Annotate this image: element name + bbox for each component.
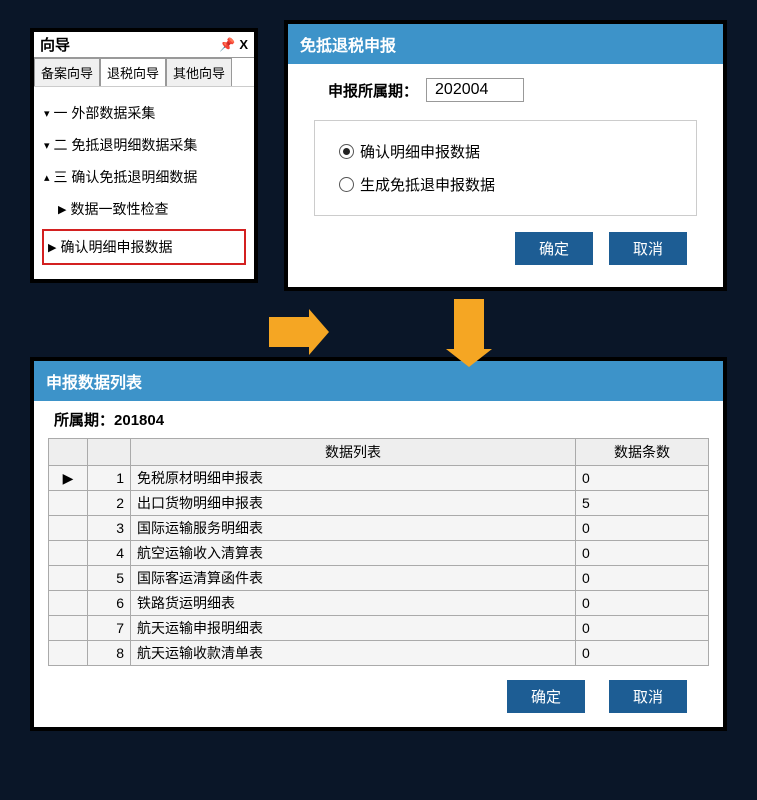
arrow-down-icon [30,299,727,349]
tab-backup[interactable]: 备案向导 [34,58,100,86]
table-row[interactable]: 4航空运输收入清算表0 [49,541,709,566]
table-period-value: 201804 [114,412,164,429]
cancel-button[interactable]: 取消 [609,232,687,265]
ok-button[interactable]: 确定 [507,680,585,713]
wizard-tree: ▾ 一 外部数据采集 ▾ 二 免抵退明细数据采集 ▴ 三 确认免抵退明细数据 ▶… [34,87,254,279]
chevron-down-icon: ▾ [44,107,50,120]
pin-icon[interactable]: 📌 [219,37,235,53]
chevron-down-icon: ▾ [44,139,50,152]
tree-section-3[interactable]: ▴ 三 确认免抵退明细数据 [40,161,248,193]
period-label: 申报所属期： [328,80,418,101]
radio-confirm-data[interactable]: 确认明细申报数据 [339,135,672,168]
caret-right-icon: ▶ [58,203,66,216]
tab-other[interactable]: 其他向导 [166,58,232,86]
period-input[interactable]: 202004 [426,78,524,102]
col-count: 数据条数 [576,439,709,466]
dialog-title: 免抵退税申报 [288,24,723,64]
tree-item-check[interactable]: ▶ 数据一致性检查 [40,193,248,225]
wizard-panel: 向导 📌 X 备案向导 退税向导 其他向导 ▾ 一 外部数据采集 ▾ 二 免抵退… [30,28,258,283]
table-row[interactable]: ▶1免税原材明细申报表0 [49,466,709,491]
chevron-up-icon: ▴ [44,171,50,184]
tree-section-1[interactable]: ▾ 一 外部数据采集 [40,97,248,129]
table-row[interactable]: 6铁路货运明细表0 [49,591,709,616]
table-row[interactable]: 2出口货物明细申报表5 [49,491,709,516]
panel-title: 申报数据列表 [34,361,723,401]
radio-generate-data[interactable]: 生成免抵退申报数据 [339,168,672,201]
caret-right-icon: ▶ [48,241,56,254]
wizard-title: 向导 [40,34,70,55]
tab-refund[interactable]: 退税向导 [100,58,166,86]
table-row[interactable]: 8航天运输收款清单表0 [49,641,709,666]
data-list-panel: 申报数据列表 所属期：201804 数据列表 数据条数 ▶1免税原材明细申报表0… [30,357,727,731]
table-row[interactable]: 5国际客运清算函件表0 [49,566,709,591]
table-row[interactable]: 3国际运输服务明细表0 [49,516,709,541]
refund-dialog: 免抵退税申报 申报所属期： 202004 确认明细申报数据 生成免抵退申报数据 [284,20,727,291]
radio-group: 确认明细申报数据 生成免抵退申报数据 [314,120,697,216]
ok-button[interactable]: 确定 [515,232,593,265]
tree-section-2[interactable]: ▾ 二 免抵退明细数据采集 [40,129,248,161]
table-row[interactable]: 7航天运输申报明细表0 [49,616,709,641]
radio-icon [339,177,354,192]
table-period-label: 所属期： [54,412,114,429]
col-data-list: 数据列表 [131,439,576,466]
data-table: 数据列表 数据条数 ▶1免税原材明细申报表02出口货物明细申报表53国际运输服务… [48,438,709,666]
radio-icon [339,144,354,159]
arrow-right-icon [269,317,309,347]
wizard-tabs: 备案向导 退税向导 其他向导 [34,58,254,87]
cancel-button[interactable]: 取消 [609,680,687,713]
close-icon[interactable]: X [239,37,248,52]
tree-item-confirm[interactable]: ▶ 确认明细申报数据 [42,229,246,265]
